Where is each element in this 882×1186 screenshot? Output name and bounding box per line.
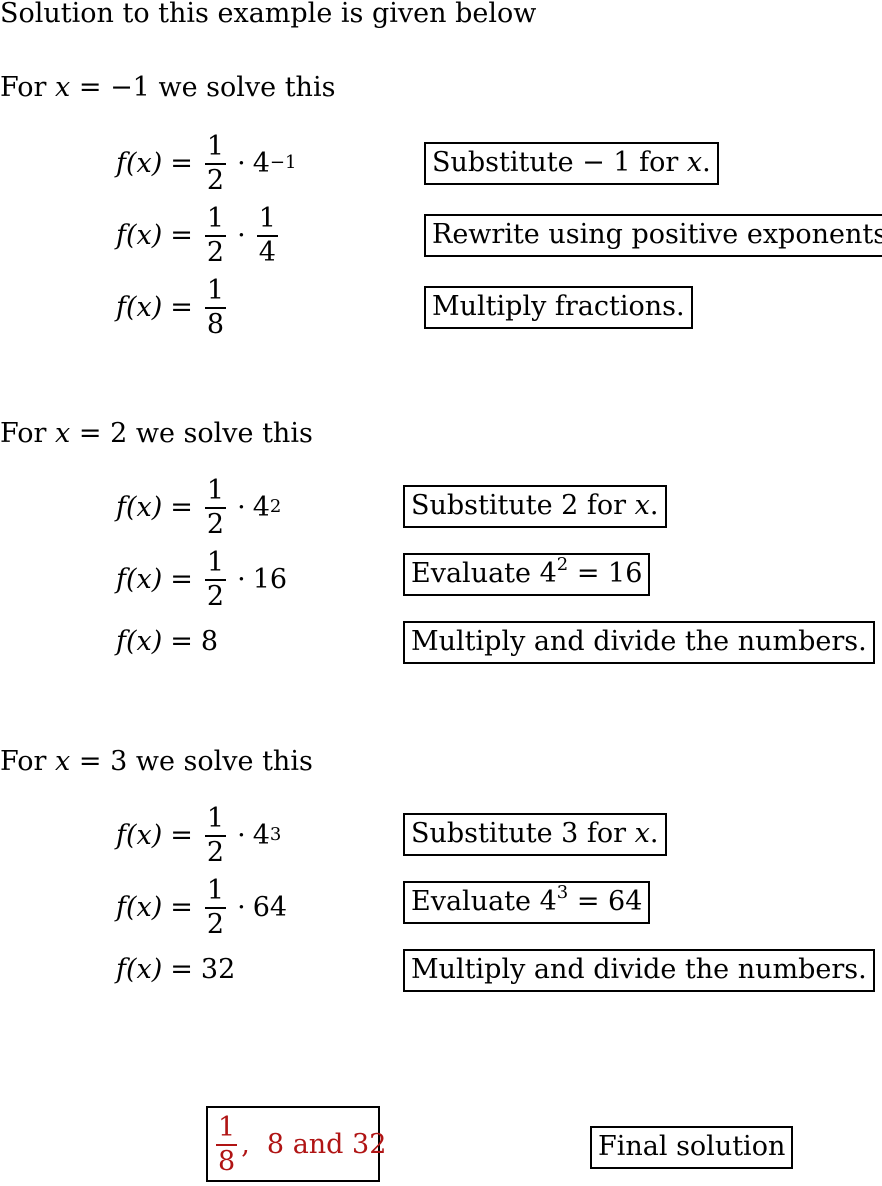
section-2-step-1-equation: f(x) = 1 2 · 42 (116, 474, 282, 540)
fraction: 1 2 (204, 874, 227, 940)
answer-fraction: 1 8 (216, 1111, 238, 1177)
fraction: 1 2 (204, 202, 227, 268)
section-3-step-1-note: Substitute 3 for x. (403, 813, 667, 856)
intro-text: Solution to this example is given below (0, 0, 537, 29)
section-2-step-3-note: Multiply and divide the numbers. (403, 621, 875, 664)
final-answer-box: 1 8 , 8 and 32 (206, 1106, 386, 1182)
section-1-step-3-note: Multiply fractions. (424, 286, 693, 329)
section-1-step-1-note: Substitute − 1 for x. (424, 142, 719, 185)
fraction: 1 8 (204, 274, 227, 340)
section-2-step-2-note: Evaluate 42 = 16 (403, 553, 651, 596)
section-3-step-3-equation: f(x) = 32 (116, 953, 236, 985)
section-3-step-2-equation: f(x) = 1 2 · 64 (116, 874, 288, 940)
section-2-heading: For x = 2 we solve this (0, 418, 313, 449)
fraction: 1 2 (204, 802, 227, 868)
fraction: 1 2 (204, 474, 227, 540)
fraction: 1 2 (204, 130, 227, 196)
section-3-step-1-equation: f(x) = 1 2 · 43 (116, 802, 282, 868)
section-3-step-3-note: Multiply and divide the numbers. (403, 949, 875, 992)
fraction: 1 4 (256, 202, 278, 268)
section-1-step-2-note: Rewrite using positive exponents (424, 214, 882, 257)
section-3-heading: For x = 3 we solve this (0, 746, 313, 777)
final-solution-label: Final solution (590, 1126, 794, 1169)
section-1-heading: For x = −1 we solve this (0, 72, 336, 103)
answer-values: , 8 and 32 (241, 1128, 387, 1160)
fraction: 1 2 (204, 546, 227, 612)
section-2-step-3-equation: f(x) = 8 (116, 625, 219, 657)
section-2-step-1-note: Substitute 2 for x. (403, 485, 667, 528)
section-1-step-3-equation: f(x) = 1 8 (116, 274, 227, 340)
section-3-step-2-note: Evaluate 43 = 64 (403, 881, 651, 924)
section-1-step-2-equation: f(x) = 1 2 · 1 4 (116, 202, 278, 268)
section-2-step-2-equation: f(x) = 1 2 · 16 (116, 546, 288, 612)
section-1-step-1-equation: f(x) = 1 2 · 4 −1 (116, 130, 297, 196)
